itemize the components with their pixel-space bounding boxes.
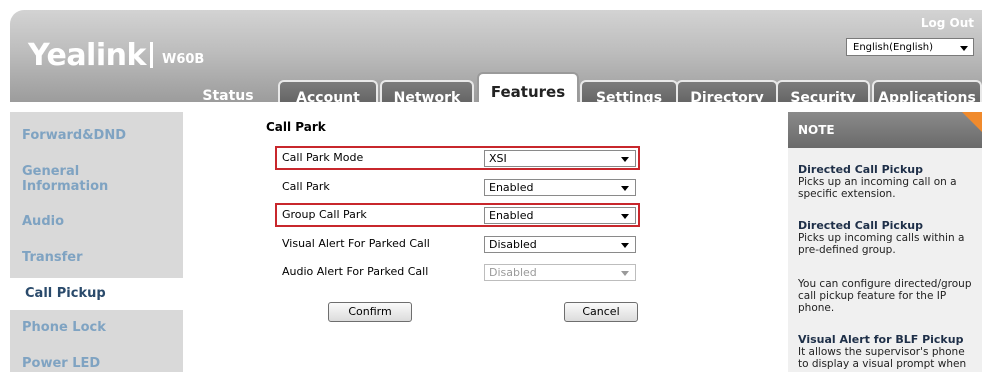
note-corner-icon bbox=[962, 112, 982, 132]
header-bar: Yealink W60B Log Out English(English) St… bbox=[10, 10, 982, 112]
language-select[interactable]: English(English) bbox=[846, 38, 974, 56]
note-body: It allows the supervisor's phone to disp… bbox=[798, 346, 967, 370]
label-audio-alert: Audio Alert For Parked Call bbox=[282, 265, 429, 278]
note-block: Visual Alert for BLF Pickup It allows th… bbox=[798, 333, 976, 371]
cancel-button[interactable]: Cancel bbox=[564, 302, 638, 322]
logout-link[interactable]: Log Out bbox=[921, 16, 974, 30]
chevron-down-icon bbox=[621, 271, 629, 276]
note-title: NOTE bbox=[798, 123, 835, 137]
note-heading: Directed Call Pickup bbox=[798, 219, 923, 232]
note-heading: Visual Alert for BLF Pickup bbox=[798, 333, 964, 346]
sidebar-item-phone-lock[interactable]: Phone Lock bbox=[22, 320, 106, 335]
select-call-park[interactable]: Enabled bbox=[484, 179, 636, 196]
select-call-park-mode[interactable]: XSI bbox=[484, 150, 636, 167]
note-body: Picks up incoming calls within a pre-def… bbox=[798, 232, 965, 256]
sidebar-item-transfer[interactable]: Transfer bbox=[22, 250, 83, 265]
note-body: Picks up an incoming call on a specific … bbox=[798, 176, 957, 200]
section-title: Call Park bbox=[266, 120, 326, 134]
select-group-call-park[interactable]: Enabled bbox=[484, 207, 636, 224]
select-value: Enabled bbox=[489, 181, 534, 194]
label-call-park-mode: Call Park Mode bbox=[282, 151, 364, 164]
note-body: You can configure directed/group call pi… bbox=[798, 278, 972, 314]
sidebar-item-call-pickup[interactable]: Call Pickup bbox=[10, 278, 188, 310]
chevron-down-icon bbox=[621, 186, 629, 191]
label-call-park: Call Park bbox=[282, 180, 330, 193]
language-value: English(English) bbox=[853, 42, 934, 53]
chevron-down-icon bbox=[621, 243, 629, 248]
label-visual-alert: Visual Alert For Parked Call bbox=[282, 237, 430, 250]
chevron-down-icon bbox=[621, 214, 629, 219]
note-block: Directed Call Pickup Picks up an incomin… bbox=[798, 163, 976, 201]
note-panel: NOTE Directed Call Pickup Picks up an in… bbox=[788, 112, 982, 372]
select-audio-alert: Disabled bbox=[484, 264, 636, 281]
model-name: W60B bbox=[162, 52, 205, 67]
note-block: Directed Call Pickup Picks up incoming c… bbox=[798, 219, 976, 257]
note-header: NOTE bbox=[788, 112, 982, 148]
sidebar-item-power-led[interactable]: Power LED bbox=[22, 356, 100, 371]
chevron-down-icon bbox=[621, 157, 629, 162]
note-block: You can configure directed/group call pi… bbox=[798, 278, 976, 314]
chevron-down-icon bbox=[960, 46, 968, 51]
confirm-button[interactable]: Confirm bbox=[328, 302, 412, 322]
select-visual-alert[interactable]: Disabled bbox=[484, 236, 636, 253]
label-group-call-park: Group Call Park bbox=[282, 208, 367, 221]
select-value: Disabled bbox=[489, 238, 537, 251]
select-value: XSI bbox=[489, 152, 507, 165]
sidebar-item-general-information[interactable]: General Information bbox=[22, 164, 142, 194]
yealink-logo: Yealink bbox=[28, 38, 146, 73]
sidebar-item-audio[interactable]: Audio bbox=[22, 214, 64, 229]
sidebar-item-forward-dnd[interactable]: Forward&DND bbox=[22, 128, 126, 143]
select-value: Enabled bbox=[489, 209, 534, 222]
note-heading: Directed Call Pickup bbox=[798, 163, 923, 176]
logo-separator bbox=[150, 42, 153, 68]
select-value: Disabled bbox=[489, 266, 537, 279]
